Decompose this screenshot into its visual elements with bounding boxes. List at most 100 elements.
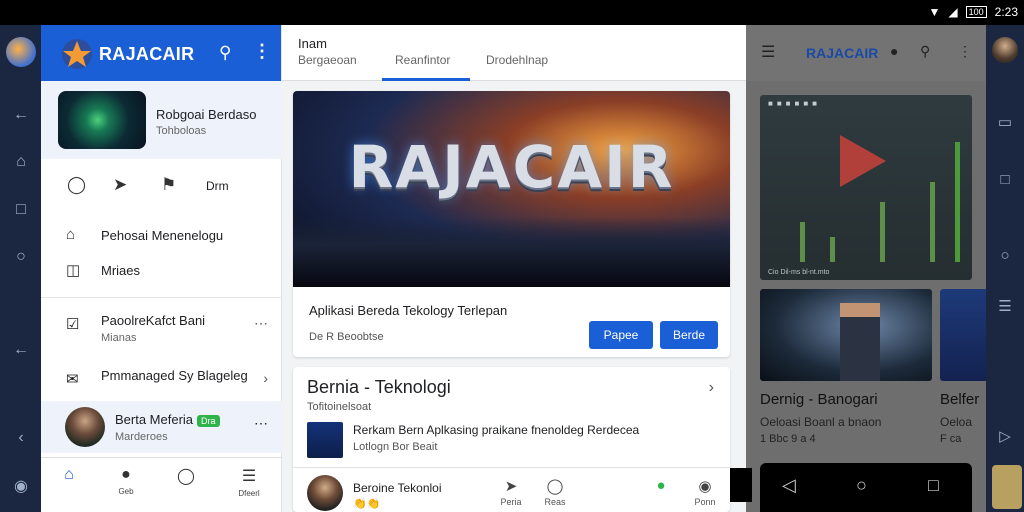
featured-title: Robgoai Berdaso <box>156 107 257 122</box>
square-icon[interactable]: □ <box>11 200 31 220</box>
search-icon[interactable]: ○ <box>11 247 31 267</box>
divider <box>41 297 282 298</box>
card-title-2[interactable]: Belfer <box>940 391 979 408</box>
hero-card[interactable]: RAJACAIR Aplikasi Bereda Tekology Terlep… <box>293 91 730 357</box>
center-panel: Inam Bergaeoan Reanfintor Drodehlnap RAJ… <box>282 25 746 512</box>
action-label: Reas <box>544 497 566 507</box>
camera-icon[interactable]: ◉ <box>11 477 31 497</box>
circle-icon[interactable]: ○ <box>995 247 1015 264</box>
mail-icon: ✉ <box>66 371 79 388</box>
bottom-nav-chat[interactable]: ◯ <box>166 466 206 489</box>
bottom-nav-menu[interactable]: ☰ Dfeerl <box>229 466 269 498</box>
search-icon[interactable]: ⚲ <box>920 43 930 60</box>
tab-1[interactable]: Bergaeoan <box>298 53 357 67</box>
card-title[interactable]: Dernig - Banogari <box>760 391 878 408</box>
primary-button[interactable]: Papee <box>589 321 653 349</box>
bar <box>830 237 835 262</box>
user-name-text: Berta Meferia <box>115 412 194 427</box>
like-button[interactable]: ➤ Peria <box>493 477 529 507</box>
card-image[interactable] <box>760 289 932 381</box>
app-title-right: RAJACAIR <box>806 45 879 61</box>
list-item[interactable]: ☑ PaoolreKafct Bani Mianas ⋯ <box>41 305 282 355</box>
more-horiz-icon[interactable]: ⋯ <box>254 415 268 432</box>
menu-item[interactable]: ⌂ Pehosai Menenelogu <box>41 220 282 250</box>
bar <box>800 222 805 262</box>
bar <box>930 182 935 262</box>
chart-label: Cio Dil-ms bl-nt.mto <box>768 269 830 276</box>
avatar <box>307 475 343 511</box>
author-name: Beroine Tekonloi <box>353 481 442 495</box>
action-label: Peria <box>500 497 522 507</box>
home-icon[interactable]: ⌂ <box>11 152 31 172</box>
news-card: Bernia - Teknologi › Tofitoinelsoat Rerk… <box>293 367 730 512</box>
back-arrow-icon[interactable]: ← <box>11 105 31 125</box>
list-item-title: PaoolreKafct Bani <box>101 313 206 328</box>
comment-button[interactable]: ◯ Reas <box>537 477 573 507</box>
left-panel: RAJACAIR ⚲ ⋮ Robgoai Berdaso Tohboloas ◯… <box>41 25 282 512</box>
app-logo[interactable] <box>6 37 36 67</box>
avatar[interactable] <box>992 37 1018 63</box>
back-triangle-icon[interactable]: ◁ <box>782 475 796 496</box>
news-item-meta: Lotlogn Bor Beait <box>353 441 438 453</box>
clock: 2:23 <box>994 5 1018 19</box>
checkbox-icon: ☑ <box>66 316 80 333</box>
chevron-right-icon[interactable]: › <box>709 379 714 397</box>
more-vert-icon[interactable]: ⋮ <box>253 41 271 62</box>
square-icon[interactable]: □ <box>995 171 1015 188</box>
featured-subtitle: Tohboloas <box>156 125 207 137</box>
card-meta-2: F ca <box>940 433 962 445</box>
share-icon[interactable]: ➤ <box>113 175 127 195</box>
card-image-2[interactable] <box>940 289 986 381</box>
bottom-nav-label: Dfeerl <box>238 489 260 498</box>
list-icon[interactable]: ☰ <box>995 297 1015 315</box>
chart-thumbnail[interactable]: ■■■■■■ Cio Dil-ms bl-nt.mto <box>760 95 972 280</box>
brand-star-icon <box>62 39 92 69</box>
news-heading: Bernia - Teknologi <box>307 377 451 397</box>
secondary-button[interactable]: Berde <box>660 321 718 349</box>
bar <box>880 202 885 262</box>
chevron-left-icon[interactable]: ‹ <box>11 428 31 448</box>
recents-square-icon[interactable]: □ <box>928 475 939 496</box>
hero-meta: De R Beoobtse <box>309 331 384 343</box>
bottom-nav-label: Geb <box>118 487 134 496</box>
tab-2[interactable]: Reanfintor <box>395 53 450 67</box>
tablet-icon[interactable]: ▭ <box>995 113 1015 131</box>
play-triangle-icon <box>840 135 886 187</box>
status-dot-icon: ● <box>656 477 666 494</box>
banner-title: RAJACAIR <box>348 133 675 201</box>
overlay-block <box>730 468 752 502</box>
featured-card[interactable]: Robgoai Berdaso Tohboloas <box>41 81 282 159</box>
news-item-title[interactable]: Rerkam Bern Aplkasing praikane fnenoldeg… <box>353 423 639 437</box>
menu-item-label: Pehosai Menenelogu <box>101 228 224 243</box>
chart-toolbar-icons: ■■■■■■ <box>768 99 821 108</box>
menu-item[interactable]: ◫ Mriaes <box>41 255 282 285</box>
home-circle-icon[interactable]: ○ <box>856 475 867 496</box>
featured-thumbnail <box>58 91 146 149</box>
comment-icon[interactable]: ◯ <box>67 175 86 195</box>
status-bar: ▼ ◢ 100 2:23 <box>0 0 1024 25</box>
flag-icon[interactable]: ⚑ <box>161 175 176 195</box>
news-subheading: Tofitoinelsoat <box>307 401 372 413</box>
more-horiz-icon[interactable]: ⋯ <box>254 315 268 332</box>
bottom-nav-home[interactable]: ⌂ <box>49 466 89 487</box>
search-icon[interactable]: ⚲ <box>219 43 231 63</box>
more-vert-icon[interactable]: ⋮ <box>958 43 972 60</box>
signal-icon: ◢ <box>948 5 958 19</box>
chevron-right-icon[interactable]: › <box>263 370 268 386</box>
record-button[interactable]: ◉ Ponn <box>687 477 723 507</box>
list-item-title: Pmmanaged Sy Blageleg <box>101 368 248 383</box>
chevron-right-icon[interactable]: ▷ <box>995 427 1015 445</box>
user-row[interactable]: Berta Meferia Dra Marderoes ⋯ <box>41 401 282 453</box>
bottom-nav-profile[interactable]: ● Geb <box>106 466 146 496</box>
right-nav-rail: ▭ □ ○ ☰ ▷ <box>986 25 1024 512</box>
divider <box>293 467 730 468</box>
badge-icon[interactable]: ● <box>890 43 898 59</box>
wifi-icon: ▼ <box>928 5 941 19</box>
thumbnail-block <box>992 465 1022 509</box>
person-figure <box>840 303 880 381</box>
action-label[interactable]: Drm <box>206 179 229 193</box>
back-arrow-icon-2[interactable]: ← <box>11 340 31 360</box>
tab-3[interactable]: Drodehlnap <box>486 53 548 67</box>
menu-icon[interactable]: ☰ <box>761 42 775 62</box>
hero-caption: Aplikasi Bereda Tekology Terlepan <box>309 303 508 318</box>
